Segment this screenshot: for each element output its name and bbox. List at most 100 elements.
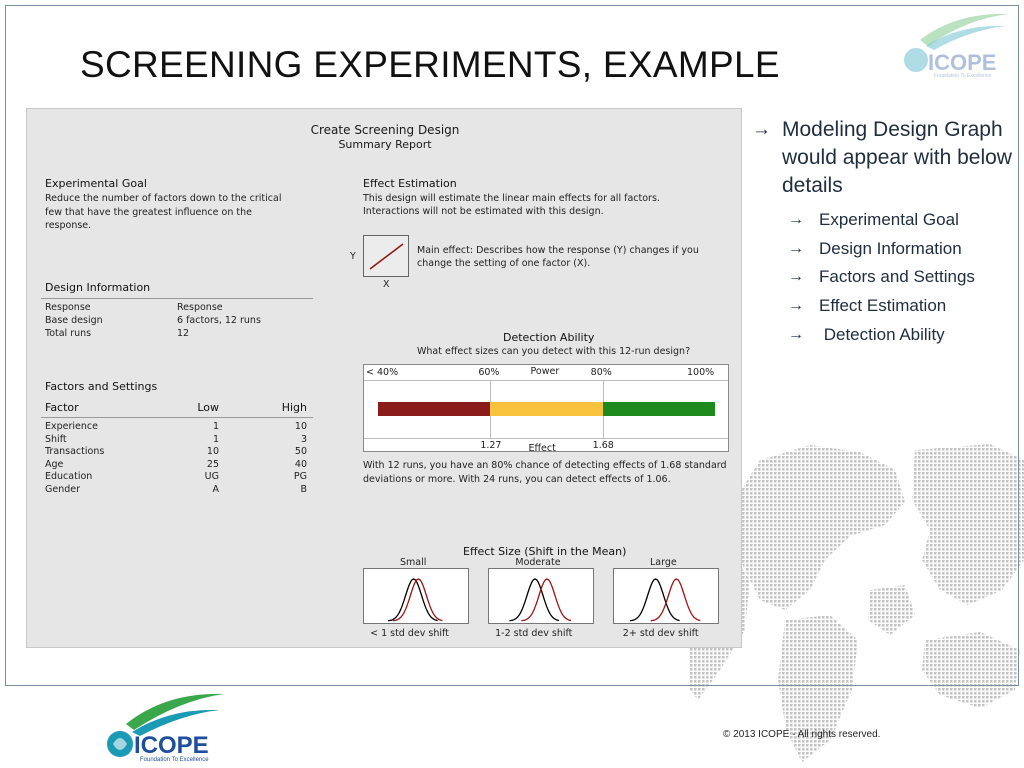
power-bar-segment-1	[378, 402, 491, 416]
detection-question: What effect sizes can you detect with th…	[417, 346, 691, 357]
design-info-label: Base design	[45, 315, 103, 326]
bullet-list: → Modeling Design Graph would appear wit…	[750, 116, 1020, 350]
main-effect-desc-2: change the setting of one factor (X).	[417, 258, 591, 269]
sub-bullet-text: Effect Estimation	[819, 296, 947, 316]
icope-logo-bottom: ICOPE Foundation To Excellence	[107, 693, 224, 763]
factor-name: Experience	[45, 421, 98, 432]
sub-bullet-text: Experimental Goal	[819, 210, 959, 229]
detection-note-2: deviations or more. With 24 runs, you ca…	[363, 474, 671, 485]
base-distribution-curve	[387, 578, 438, 622]
bullet-main: → Modeling Design Graph would appear wit…	[750, 116, 1020, 200]
distribution-plot	[363, 568, 469, 624]
effect-size-label: Moderate	[515, 557, 561, 568]
arrow-right-icon: →	[788, 268, 804, 286]
effect-tick-label: 1.27	[480, 440, 502, 451]
power-tick-label: < 40%	[366, 367, 399, 378]
arrow-right-icon: →	[788, 239, 804, 257]
icope-logo-top: ICOPE Foundation To Excellence	[904, 13, 1010, 78]
report-title: Create Screening Design	[310, 123, 460, 137]
factor-low: 25	[206, 458, 219, 470]
factor-high: 50	[294, 446, 307, 457]
effect-estimation-text-1: This design will estimate the linear mai…	[363, 193, 660, 204]
factor-low: A	[212, 483, 220, 495]
distribution-curves	[629, 578, 701, 622]
design-info-heading: Design Information	[45, 281, 151, 294]
effect-estimation-heading: Effect Estimation	[363, 177, 457, 190]
factors-heading: Factors and Settings	[45, 380, 158, 393]
distribution-curves	[387, 578, 443, 622]
sub-bullet-text: Design Information	[819, 238, 962, 258]
power-axis-label: Power	[530, 366, 560, 377]
screening-design-report: Create Screening Design Summary Report E…	[26, 108, 742, 648]
main-effect-desc-1: Main effect: Describes how the response …	[417, 245, 699, 256]
factor-high: 40	[294, 458, 307, 470]
sub-bullet-text: Factors and Settings	[819, 267, 975, 287]
sub-bullet-item: → Factors and Settings	[750, 263, 1020, 292]
factors-col-high: High	[281, 401, 307, 414]
distribution-curves	[509, 578, 572, 622]
factor-low: 1	[212, 421, 219, 432]
report-subtitle: Summary Report	[338, 138, 432, 151]
design-info-label: Total runs	[45, 328, 92, 339]
arrow-right-icon: →	[788, 325, 804, 343]
main-effect-plot	[363, 235, 409, 277]
shifted-distribution-curve	[521, 578, 572, 622]
svg-text:Foundation To Excellence: Foundation To Excellence	[934, 73, 991, 78]
factor-low: 1	[212, 433, 219, 445]
sub-bullet-item: → Design Information	[750, 235, 1020, 264]
experimental-goal-heading: Experimental Goal	[45, 177, 147, 190]
factors-col-factor: Factor	[45, 401, 79, 414]
power-tick-label: 100%	[687, 367, 715, 378]
factor-high: 3	[300, 433, 307, 445]
effect-size-caption: < 1 std dev shift	[370, 628, 449, 639]
svg-text:ICOPE: ICOPE	[134, 732, 209, 759]
sub-bullet-list: → Experimental Goal → Design Information → Fa…	[750, 206, 1020, 350]
arrow-right-icon: →	[788, 297, 804, 315]
bullet-main-text: Modeling Design Graph would appear with …	[782, 118, 1012, 197]
effect-tick-label: 1.68	[592, 440, 614, 451]
design-info-value: 12	[177, 328, 190, 339]
distribution-plot	[488, 568, 594, 624]
factor-low: UG	[204, 471, 219, 482]
power-axis-line	[364, 380, 728, 381]
detection-note-1: With 12 runs, you have an 80% chance of …	[363, 460, 727, 471]
effect-axis-label: Effect	[528, 443, 556, 454]
sub-bullet-item: → Effect Estimation	[750, 292, 1020, 321]
detection-power-chart: < 40% 60% 80% 100% Power 1.27 1.68 Effect	[363, 364, 729, 454]
arrow-right-icon: →	[788, 211, 804, 228]
shifted-distribution-curve	[650, 578, 701, 622]
factor-high: B	[300, 483, 307, 495]
svg-text:ICOPE: ICOPE	[928, 50, 996, 75]
design-info-value: 6 factors, 12 runs	[177, 315, 261, 326]
main-effect-x-label: X	[383, 279, 390, 290]
factor-name: Transactions	[45, 446, 105, 457]
sub-bullet-text: Detection Ability	[819, 324, 945, 344]
factor-name: Age	[45, 458, 64, 470]
sub-bullet-item: → Experimental Goal	[750, 206, 1020, 235]
main-effect-y-label: Y	[350, 251, 356, 262]
effect-size-label: Large	[650, 557, 677, 568]
factor-low: 10	[206, 446, 219, 457]
factor-name: Education	[45, 471, 93, 482]
power-tick-label: 80%	[590, 367, 612, 378]
design-info-value: Response	[177, 302, 223, 313]
svg-text:Foundation To Excellence: Foundation To Excellence	[140, 757, 209, 763]
factors-col-low: Low	[197, 401, 219, 414]
slide-title: SCREENING EXPERIMENTS, EXAMPLE	[80, 44, 780, 85]
distribution-plot	[613, 568, 719, 624]
factor-high: PG	[293, 471, 307, 482]
experimental-goal-text: Reduce the number of factors down to the…	[45, 193, 282, 231]
effect-estimation-text-2: Interactions will not be estimated with …	[363, 206, 604, 217]
effect-size-caption: 2+ std dev shift	[622, 628, 699, 639]
copyright-text: © 2013 ICOPE - All rights reserved.	[723, 729, 881, 740]
factor-name: Shift	[45, 433, 67, 445]
detection-heading: Detection Ability	[503, 331, 595, 344]
power-tick-label: 60%	[478, 367, 500, 378]
effect-axis-line	[364, 438, 728, 439]
design-info-label: Response	[45, 302, 91, 313]
effect-size-label: Small	[400, 557, 427, 568]
sub-bullet-item: → Detection Ability	[750, 321, 1020, 350]
factor-high: 10	[294, 421, 307, 432]
effect-size-caption: 1-2 std dev shift	[495, 628, 573, 639]
factor-name: Gender	[45, 483, 81, 495]
